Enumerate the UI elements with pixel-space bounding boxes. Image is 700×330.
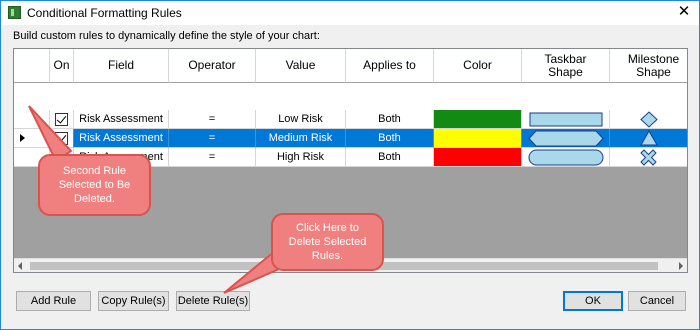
hexagon-shape-icon (527, 130, 604, 146)
milestone-shape-cell[interactable] (610, 110, 687, 129)
color-swatch (434, 148, 521, 166)
header-spacer (14, 83, 687, 110)
color-swatch (434, 129, 521, 147)
triangle-shape-icon (639, 130, 658, 146)
scroll-right-icon[interactable] (679, 262, 683, 270)
on-checkbox-cell[interactable] (50, 129, 74, 148)
operator-cell[interactable]: = (169, 110, 256, 129)
conditional-formatting-dialog: Conditional Formatting Rules ✕ Build cus… (0, 0, 700, 330)
rounded-rectangle-shape-icon (528, 149, 603, 165)
field-cell[interactable]: Risk Assessment (74, 129, 169, 148)
copy-rules-button[interactable]: Copy Rule(s) (98, 291, 169, 311)
app-icon (8, 6, 21, 19)
on-checkbox[interactable] (55, 112, 68, 126)
callout-second-rule: Second Rule Selected to Be Deleted. (38, 154, 151, 216)
callout-delete-hint: Click Here to Delete Selected Rules. (271, 213, 384, 271)
column-header-on[interactable]: On (50, 49, 74, 83)
applies-to-cell[interactable]: Both (346, 148, 434, 167)
cancel-button[interactable]: Cancel (628, 291, 686, 311)
taskbar-shape-cell[interactable] (522, 148, 610, 167)
color-cell[interactable] (434, 110, 522, 129)
milestone-shape-cell[interactable] (610, 148, 687, 167)
diamond-shape-icon (639, 110, 658, 128)
table-row[interactable]: Risk Assessment = Low Risk Both (14, 110, 687, 129)
column-header-color[interactable]: Color (434, 49, 522, 83)
operator-cell[interactable]: = (169, 148, 256, 167)
field-cell[interactable]: Risk Assessment (74, 110, 169, 129)
on-checkbox[interactable] (55, 131, 68, 145)
row-selector[interactable] (14, 129, 50, 148)
title-bar: Conditional Formatting Rules ✕ (1, 1, 699, 25)
taskbar-shape-cell[interactable] (522, 110, 610, 129)
applies-to-cell[interactable]: Both (346, 110, 434, 129)
row-header-corner (14, 49, 50, 83)
applies-to-cell[interactable]: Both (346, 129, 434, 148)
add-rule-button[interactable]: Add Rule (16, 291, 91, 311)
operator-cell[interactable]: = (169, 129, 256, 148)
column-header-applies-to[interactable]: Applies to (346, 49, 434, 83)
value-cell[interactable]: High Risk (256, 148, 346, 167)
column-header-value[interactable]: Value (256, 49, 346, 83)
column-header-taskbar-shape[interactable]: Taskbar Shape (522, 49, 610, 83)
x-cross-shape-icon (640, 148, 657, 166)
column-header-field[interactable]: Field (74, 49, 169, 83)
column-header-milestone-shape[interactable]: Milestone Shape (610, 49, 687, 83)
ok-button[interactable]: OK (563, 291, 623, 311)
milestone-shape-cell[interactable] (610, 129, 687, 148)
on-checkbox-cell[interactable] (50, 110, 74, 129)
close-button[interactable]: ✕ (675, 3, 693, 21)
color-swatch (434, 110, 521, 128)
delete-rules-button[interactable]: Delete Rule(s) (176, 291, 250, 311)
instruction-text: Build custom rules to dynamically define… (13, 30, 320, 42)
color-cell[interactable] (434, 129, 522, 148)
taskbar-shape-cell[interactable] (522, 129, 610, 148)
scroll-left-icon[interactable] (18, 262, 22, 270)
value-cell[interactable]: Medium Risk (256, 129, 346, 148)
value-cell[interactable]: Low Risk (256, 110, 346, 129)
column-header-operator[interactable]: Operator (169, 49, 256, 83)
rectangle-shape-icon (529, 112, 602, 126)
grid-header: On Field Operator Value Applies to Color… (14, 49, 687, 83)
table-row[interactable]: Risk Assessment = Medium Risk Both (14, 129, 687, 148)
window-title: Conditional Formatting Rules (27, 6, 182, 20)
row-selector[interactable] (14, 110, 50, 129)
current-row-arrow-icon (20, 134, 25, 142)
color-cell[interactable] (434, 148, 522, 167)
